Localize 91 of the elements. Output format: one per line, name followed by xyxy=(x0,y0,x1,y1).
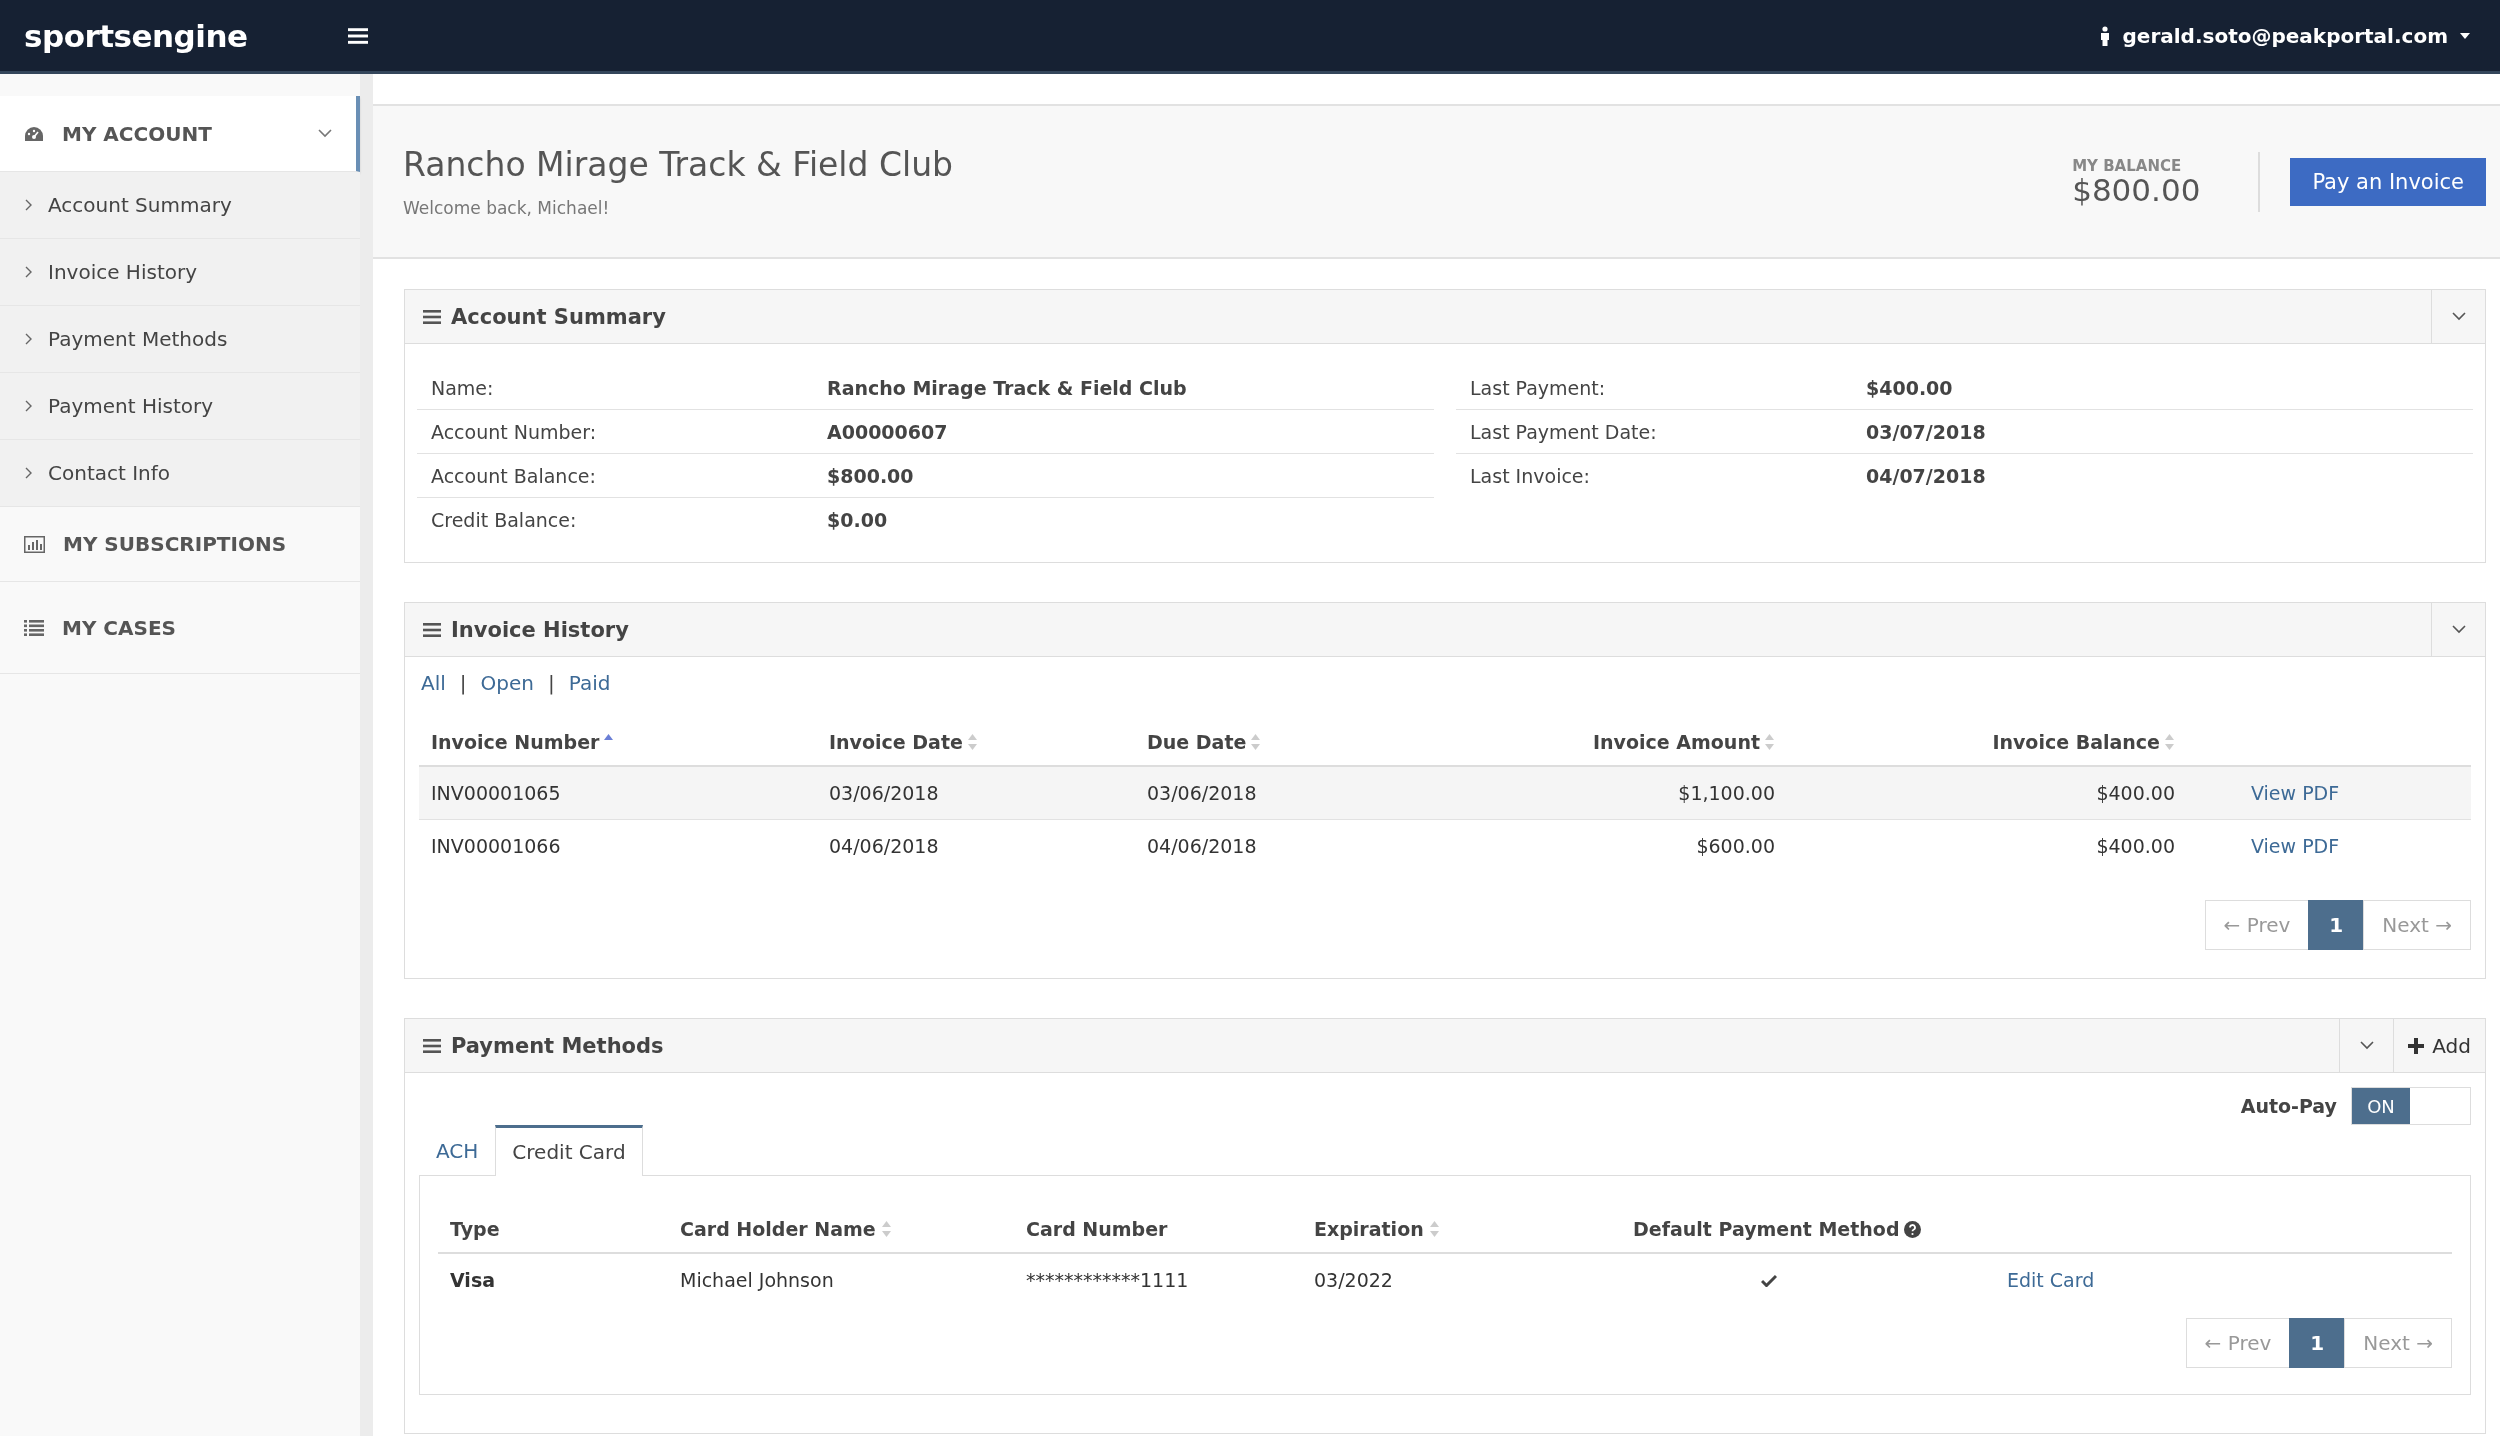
field-value: 04/07/2018 xyxy=(1866,465,1987,487)
chevron-icon xyxy=(2451,625,2466,634)
welcome-text: Welcome back, Michael! xyxy=(403,198,611,218)
page-title: Rancho Mirage Track & Field Club xyxy=(403,145,955,184)
field-value: Rancho Mirage Track & Field Club xyxy=(827,376,1188,399)
list-icon xyxy=(423,308,441,325)
table-cell: $1,100.00 xyxy=(1453,766,1787,820)
table-cell: $400.00 xyxy=(1787,819,2187,872)
table-cell: INV00001066 xyxy=(419,819,817,872)
panel-title: Invoice History xyxy=(451,617,629,642)
field-value: $400.00 xyxy=(1866,376,1954,399)
chevron-icon xyxy=(2451,312,2466,321)
edit-card-link[interactable]: Edit Card xyxy=(2007,1269,2095,1291)
chevron-icon xyxy=(25,266,32,278)
plus-icon xyxy=(2408,1037,2425,1054)
chevron-icon xyxy=(25,199,32,211)
panel-title: Payment Methods xyxy=(451,1033,664,1058)
table-cell: Michael Johnson xyxy=(668,1253,1014,1306)
balance-label: MY BALANCE xyxy=(2072,157,2183,175)
filter-link[interactable]: Paid xyxy=(568,671,611,695)
field-label: Last Payment: xyxy=(1469,376,1607,399)
sidebar-section[interactable]: MY ACCOUNT xyxy=(0,96,360,172)
dashboard-icon xyxy=(24,125,44,142)
caret-icon xyxy=(2460,32,2470,39)
autopay-toggle[interactable]: ON xyxy=(2351,1087,2471,1125)
separator: | xyxy=(547,671,555,695)
sort-icon[interactable] xyxy=(880,1220,892,1238)
field-value: 03/07/2018 xyxy=(1866,420,1987,443)
column-header: Card Number xyxy=(1014,1206,1302,1253)
table-cell: ************1111 xyxy=(1014,1253,1302,1306)
view-pdf-link[interactable]: View PDF xyxy=(2251,782,2340,804)
help-icon[interactable] xyxy=(1904,1221,1922,1238)
table-cell: INV00001065 xyxy=(419,766,817,820)
table-cell: Visa xyxy=(438,1253,668,1306)
sidebar-item[interactable]: Invoice History xyxy=(0,239,360,306)
bar-chart-icon xyxy=(24,535,45,553)
table-cell: 03/2022 xyxy=(1302,1253,1621,1306)
tab[interactable]: Credit Card xyxy=(495,1125,643,1176)
field-label: Account Number: xyxy=(430,420,598,443)
chevron-icon xyxy=(25,400,32,412)
field-value: A00000607 xyxy=(827,420,949,443)
page-button[interactable]: 1 xyxy=(2308,900,2365,950)
logo[interactable]: sportsengine xyxy=(24,17,248,54)
sidebar-section[interactable]: MY SUBSCRIPTIONS xyxy=(0,507,360,582)
column-header: Type xyxy=(438,1206,668,1253)
field-label: Name: xyxy=(430,376,495,399)
list-icon xyxy=(24,619,44,636)
panel-title: Account Summary xyxy=(451,304,666,329)
table-cell: 03/06/2018 xyxy=(817,766,1135,820)
table-cell: 04/06/2018 xyxy=(817,819,1135,872)
chevron-icon xyxy=(318,129,332,138)
column-header[interactable]: Card Holder Name xyxy=(668,1206,1014,1253)
sidebar-item[interactable]: Payment History xyxy=(0,373,360,440)
sort-icon[interactable] xyxy=(966,733,978,751)
table-cell: 04/06/2018 xyxy=(1135,819,1453,872)
chevron-icon xyxy=(25,467,32,479)
field-value: $0.00 xyxy=(827,509,889,531)
separator: | xyxy=(459,671,467,695)
table-cell: 03/06/2018 xyxy=(1135,766,1453,820)
field-label: Account Balance: xyxy=(430,464,597,487)
sort-icon[interactable] xyxy=(1250,733,1262,751)
user-menu[interactable]: gerald.soto@peakportal.com xyxy=(2092,22,2476,49)
filter-link[interactable]: All xyxy=(421,671,446,695)
field-value: $800.00 xyxy=(827,464,915,487)
autopay-label: Auto-Pay xyxy=(2240,1095,2337,1117)
field-label: Last Invoice: xyxy=(1469,465,1591,487)
sort-icon[interactable] xyxy=(1764,733,1775,751)
sidebar-section[interactable]: MY CASES xyxy=(0,582,360,674)
sidebar-item[interactable]: Account Summary xyxy=(0,172,360,239)
sort-icon[interactable] xyxy=(2164,733,2175,751)
field-label: Credit Balance: xyxy=(430,509,578,531)
chevron-icon xyxy=(2359,1041,2374,1050)
chevron-icon xyxy=(25,333,32,345)
page-button[interactable]: 1 xyxy=(2289,1318,2346,1368)
filter-link[interactable]: Open xyxy=(480,671,534,695)
sidebar-item[interactable]: Contact Info xyxy=(0,440,360,507)
sort-icon[interactable] xyxy=(1428,1220,1440,1238)
pay-invoice-button[interactable]: Pay an Invoice xyxy=(2290,157,2486,206)
field-label: Last Payment Date: xyxy=(1469,420,1658,443)
balance-amount: $800.00 xyxy=(2072,175,2201,206)
menu-icon xyxy=(347,26,368,45)
column-header: Default Payment Method xyxy=(1621,1206,1995,1253)
sidebar-item[interactable]: Payment Methods xyxy=(0,306,360,373)
table-cell: $400.00 xyxy=(1787,766,2187,820)
table-cell: $600.00 xyxy=(1453,819,1787,872)
view-pdf-link[interactable]: View PDF xyxy=(2251,835,2340,857)
list-icon xyxy=(423,1037,441,1054)
column-header[interactable]: Expiration xyxy=(1302,1206,1621,1253)
tab[interactable]: ACH xyxy=(419,1126,496,1175)
list-icon xyxy=(423,621,441,638)
person-icon xyxy=(2098,25,2111,46)
